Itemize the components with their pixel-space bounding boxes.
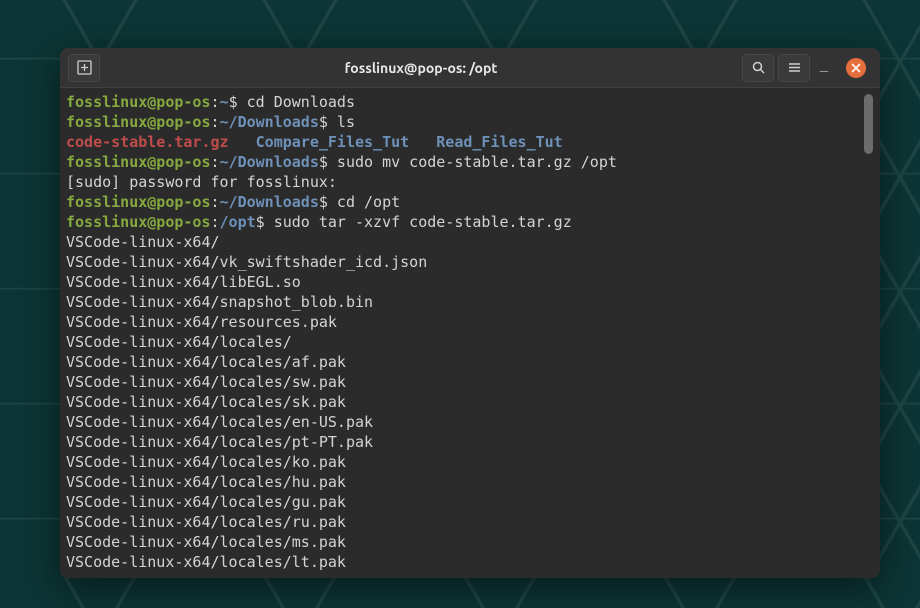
terminal-body[interactable]: fosslinux@pop-os:~$ cd Downloads fosslin… xyxy=(60,88,880,578)
spacer xyxy=(409,133,436,151)
ls-dir: Read_Files_Tut xyxy=(436,133,562,151)
prompt-path: ~/Downloads xyxy=(220,153,319,171)
prompt-dollar: $ xyxy=(319,193,328,211)
prompt-dollar: $ xyxy=(319,153,328,171)
prompt-colon: : xyxy=(211,93,220,111)
prompt-dollar: $ xyxy=(229,93,238,111)
menu-button[interactable] xyxy=(778,54,810,82)
output-line: VSCode-linux-x64/locales/lt.pak xyxy=(66,553,346,571)
new-tab-button[interactable] xyxy=(68,54,100,82)
output-line: VSCode-linux-x64/locales/hu.pak xyxy=(66,473,346,491)
prompt-user: fosslinux@pop-os xyxy=(66,193,211,211)
prompt-user: fosslinux@pop-os xyxy=(66,153,211,171)
close-icon xyxy=(851,63,861,73)
output-line: [sudo] password for fosslinux: xyxy=(66,173,346,191)
window-title: fosslinux@pop-os: /opt xyxy=(104,60,738,76)
prompt-path: ~/Downloads xyxy=(220,193,319,211)
output-line: VSCode-linux-x64/locales/af.pak xyxy=(66,353,346,371)
prompt-user: fosslinux@pop-os xyxy=(66,93,211,111)
search-icon xyxy=(751,60,766,75)
prompt-colon: : xyxy=(211,193,220,211)
output-line: VSCode-linux-x64/snapshot_blob.bin xyxy=(66,293,373,311)
spacer xyxy=(229,133,256,151)
minimize-button[interactable]: _ xyxy=(814,54,834,74)
prompt-colon: : xyxy=(211,213,220,231)
output-line: VSCode-linux-x64/libEGL.so xyxy=(66,273,301,291)
search-button[interactable] xyxy=(742,54,774,82)
prompt-path: ~ xyxy=(220,93,229,111)
command-text: ls xyxy=(328,113,355,131)
output-line: VSCode-linux-x64/locales/gu.pak xyxy=(66,493,346,511)
command-text: cd /opt xyxy=(328,193,400,211)
output-line: VSCode-linux-x64/locales/sk.pak xyxy=(66,393,346,411)
terminal-content: fosslinux@pop-os:~$ cd Downloads fosslin… xyxy=(66,92,874,572)
ls-dir: Compare_Files_Tut xyxy=(256,133,410,151)
scrollbar-thumb[interactable] xyxy=(864,94,873,154)
output-line: VSCode-linux-x64/resources.pak xyxy=(66,313,337,331)
titlebar[interactable]: fosslinux@pop-os: /opt _ xyxy=(60,48,880,88)
prompt-colon: : xyxy=(211,113,220,131)
prompt-dollar: $ xyxy=(256,213,265,231)
prompt-user: fosslinux@pop-os xyxy=(66,213,211,231)
command-text: sudo mv code-stable.tar.gz /opt xyxy=(328,153,617,171)
prompt-path: ~/Downloads xyxy=(220,113,319,131)
prompt-dollar: $ xyxy=(319,113,328,131)
output-line: VSCode-linux-x64/locales/ko.pak xyxy=(66,453,346,471)
minimize-icon: _ xyxy=(820,56,828,72)
command-text: cd Downloads xyxy=(238,93,355,111)
ls-file-archive: code-stable.tar.gz xyxy=(66,133,229,151)
output-line: VSCode-linux-x64/locales/pt-PT.pak xyxy=(66,433,373,451)
prompt-colon: : xyxy=(211,153,220,171)
window-controls: _ xyxy=(814,58,872,78)
output-line: VSCode-linux-x64/locales/ru.pak xyxy=(66,513,346,531)
close-button[interactable] xyxy=(846,58,866,78)
output-line: VSCode-linux-x64/vk_swiftshader_icd.json xyxy=(66,253,427,271)
command-text: sudo tar -xzvf code-stable.tar.gz xyxy=(265,213,572,231)
hamburger-icon xyxy=(787,60,802,75)
new-tab-icon xyxy=(77,60,92,75)
output-line: VSCode-linux-x64/locales/ms.pak xyxy=(66,533,346,551)
output-line: VSCode-linux-x64/ xyxy=(66,233,220,251)
terminal-window: fosslinux@pop-os: /opt _ xyxy=(60,48,880,578)
prompt-path: /opt xyxy=(220,213,256,231)
output-line: VSCode-linux-x64/locales/en-US.pak xyxy=(66,413,373,431)
output-line: VSCode-linux-x64/locales/ xyxy=(66,333,292,351)
prompt-user: fosslinux@pop-os xyxy=(66,113,211,131)
output-line: VSCode-linux-x64/locales/sw.pak xyxy=(66,373,346,391)
